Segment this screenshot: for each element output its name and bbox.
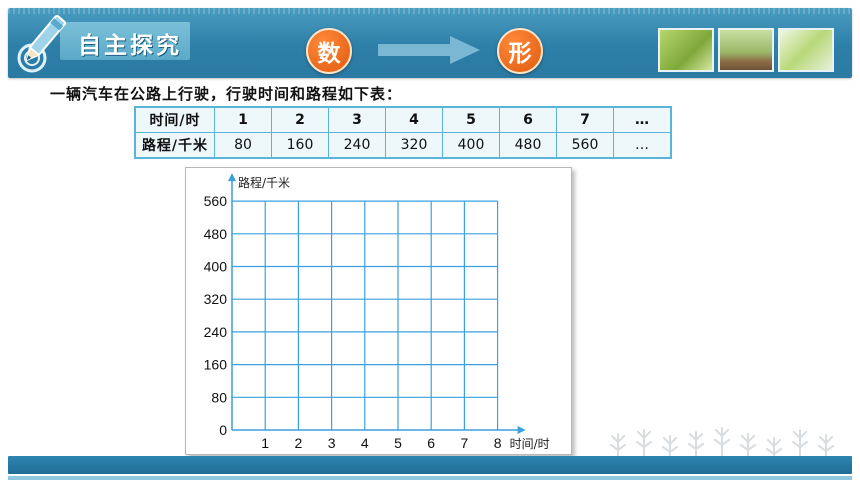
chart-frame: 1 2 3 4 5 6 7 8 0 80 160 240 320 400 480 560 路程/千米 时间/时	[185, 167, 572, 455]
x-axis-label: 时间/时	[510, 437, 550, 451]
shape-badge: 形	[497, 28, 543, 74]
x-tick-label: 6	[427, 435, 435, 451]
table-cell: …	[613, 132, 672, 159]
leaf-photo	[658, 28, 714, 72]
y-axis-label: 路程/千米	[238, 175, 290, 190]
x-tick-label: 3	[328, 435, 336, 451]
pencil-icon	[17, 14, 67, 73]
table-cell: 240	[328, 132, 386, 159]
y-tick-label: 480	[204, 226, 228, 242]
table-cell: 400	[442, 132, 500, 159]
table-cell: 160	[271, 132, 329, 159]
row-header-time: 时间/时	[134, 106, 215, 133]
header-stripe	[8, 8, 852, 14]
time-distance-table: 时间/时 1 2 3 4 5 6 7 … 路程/千米 80 160 240 32…	[134, 106, 672, 159]
table-cell: 3	[328, 106, 386, 133]
y-tick-label: 400	[204, 259, 228, 275]
table-cell: 2	[271, 106, 329, 133]
sprout-photo	[718, 28, 774, 72]
number-badge: 数	[306, 28, 352, 74]
footer-line	[8, 476, 852, 480]
table-cell: 1	[214, 106, 272, 133]
table-cell: 7	[556, 106, 614, 133]
table-cell: 80	[214, 132, 272, 159]
arrow-right-icon	[378, 36, 480, 64]
y-tick-label: 320	[204, 291, 228, 307]
question-text: 一辆汽车在公路上行驶，行驶时间和路程如下表：	[50, 85, 403, 103]
table-cell: 4	[385, 106, 443, 133]
leaves-photo	[778, 28, 834, 72]
y-tick-label: 80	[211, 389, 227, 405]
page-title: 自主探究	[78, 33, 182, 59]
table-row: 时间/时 1 2 3 4 5 6 7 …	[134, 106, 672, 133]
y-tick-label: 0	[219, 422, 227, 438]
table-cell: …	[613, 106, 672, 133]
table-cell: 5	[442, 106, 500, 133]
x-axis-arrow	[517, 426, 526, 434]
x-tick-label: 2	[295, 435, 303, 451]
y-tick-label: 560	[204, 193, 228, 209]
x-tick-label: 5	[394, 435, 402, 451]
y-axis-arrow	[228, 173, 236, 182]
x-tick-label: 8	[494, 435, 502, 451]
table-cell: 320	[385, 132, 443, 159]
footer-bar	[8, 456, 852, 474]
table-cell: 6	[499, 106, 557, 133]
y-tick-label: 240	[204, 324, 228, 340]
table-row: 路程/千米 80 160 240 320 400 480 560 …	[134, 132, 672, 159]
x-tick-label: 1	[261, 435, 269, 451]
x-tick-label: 7	[461, 435, 469, 451]
x-tick-label: 4	[361, 435, 369, 451]
table-cell: 560	[556, 132, 614, 159]
row-header-distance: 路程/千米	[134, 132, 215, 159]
time-distance-chart: 1 2 3 4 5 6 7 8080160240320400480560路程/千米时间/时	[204, 173, 550, 451]
table-cell: 480	[499, 132, 557, 159]
y-tick-label: 160	[204, 357, 228, 373]
